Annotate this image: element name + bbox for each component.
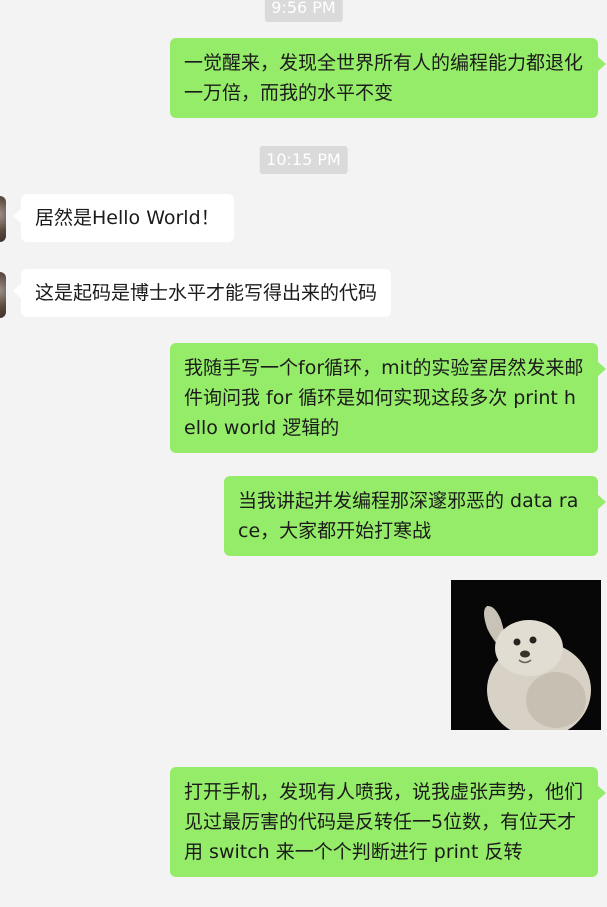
- message-bubble-outgoing[interactable]: 我随手写一个for循环，mit的实验室居然发来邮件询问我 for 循环是如何实现…: [170, 343, 606, 453]
- avatar[interactable]: [0, 272, 6, 318]
- message-bubble-incoming[interactable]: 居然是Hello World！: [13, 194, 234, 242]
- seal-icon: [451, 580, 601, 730]
- message-bubble-outgoing[interactable]: 一觉醒来，发现全世界所有人的编程能力都退化一万倍，而我的水平不变: [170, 38, 606, 118]
- avatar[interactable]: [0, 196, 6, 242]
- message-bubble-outgoing[interactable]: 打开手机，发现有人喷我，说我虚张声势，他们见过最厉害的代码是反转任一5位数，有位…: [170, 767, 606, 877]
- timestamp-badge: 10:15 PM: [259, 146, 348, 174]
- message-bubble-outgoing[interactable]: 当我讲起并发编程那深邃邪恶的 data race，大家都开始打寒战: [224, 476, 606, 556]
- seal-waving-sticker[interactable]: [451, 580, 601, 730]
- timestamp-badge: 9:56 PM: [264, 0, 343, 22]
- message-bubble-incoming[interactable]: 这是起码是博士水平才能写得出来的代码: [12, 269, 392, 317]
